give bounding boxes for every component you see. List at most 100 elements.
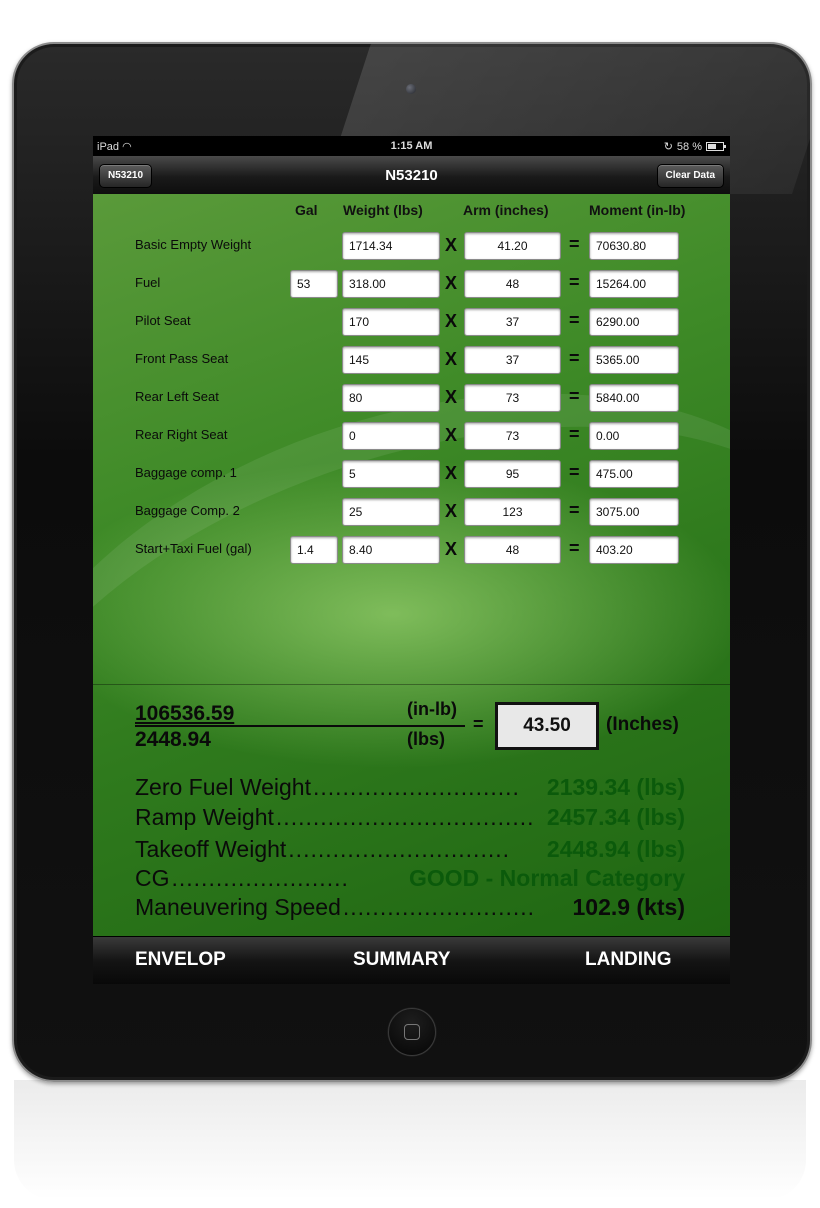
arm-field[interactable]: 48: [464, 270, 561, 298]
arm-field[interactable]: 37: [464, 308, 561, 336]
summary-leader-dots: ........................: [171, 865, 349, 891]
summary-leader-dots: ..........................: [342, 894, 536, 920]
weight-field[interactable]: 145: [342, 346, 440, 374]
gal-field[interactable]: 53: [290, 270, 338, 298]
summary-label: Maneuvering Speed: [135, 894, 341, 920]
row-label: Basic Empty Weight: [135, 237, 252, 252]
weight-field[interactable]: 1714.34: [342, 232, 440, 260]
column-header-moment: Moment (in-lb): [589, 202, 686, 218]
summary-value: 2139.34 (lbs): [546, 774, 685, 800]
clock: 1:15 AM: [390, 140, 433, 152]
weight-field[interactable]: 80: [342, 384, 440, 412]
equals-sign: =: [569, 386, 580, 406]
equals-sign: =: [569, 348, 580, 368]
total-moment: 106536.59: [135, 702, 235, 725]
row-label: Start+Taxi Fuel (gal): [135, 541, 252, 556]
row-label: Rear Right Seat: [135, 427, 228, 442]
column-header-weight: Weight (lbs): [343, 202, 423, 218]
summary-cg-status: CG ........................ GOOD - Norma…: [135, 865, 685, 895]
weight-field[interactable]: 8.40: [342, 536, 440, 564]
page-title: N53210: [385, 167, 438, 184]
arm-field[interactable]: 48: [464, 536, 561, 564]
summary-value: GOOD - Normal Category: [408, 865, 685, 891]
weight-field[interactable]: 5: [342, 460, 440, 488]
equals-sign: =: [569, 500, 580, 520]
total-weight: 2448.94: [135, 728, 211, 751]
multiply-sign: X: [445, 425, 458, 445]
tab-summary[interactable]: SUMMARY: [353, 949, 450, 971]
moment-field[interactable]: 0.00: [589, 422, 679, 450]
app-screen: iPad ◠ 1:15 AM ↻ 58 % N53210 N53210 Clea…: [93, 136, 730, 984]
row-label: Front Pass Seat: [135, 351, 229, 366]
row-label: Rear Left Seat: [135, 389, 219, 404]
moment-field[interactable]: 70630.80: [589, 232, 679, 260]
tab-envelop[interactable]: ENVELOP: [135, 949, 226, 971]
row-label: Fuel: [135, 275, 161, 290]
equals-sign: =: [569, 462, 580, 482]
summary-zero-fuel-weight: Zero Fuel Weight .......................…: [135, 774, 685, 804]
fraction-line: [135, 725, 465, 727]
row-label: Baggage Comp. 2: [135, 503, 240, 518]
moment-field[interactable]: 5840.00: [589, 384, 679, 412]
arm-field[interactable]: 73: [464, 384, 561, 412]
multiply-sign: X: [445, 387, 458, 407]
multiply-sign: X: [445, 501, 458, 521]
gal-field[interactable]: 1.4: [290, 536, 338, 564]
cg-equals-sign: =: [473, 714, 484, 734]
moment-unit: (in-lb): [407, 699, 457, 719]
tab-landing[interactable]: LANDING: [585, 949, 672, 971]
moment-field[interactable]: 6290.00: [589, 308, 679, 336]
column-header-gal: Gal: [295, 202, 318, 218]
moment-field[interactable]: 3075.00: [589, 498, 679, 526]
status-bar: iPad ◠ 1:15 AM ↻ 58 %: [93, 136, 730, 156]
summary-label: Ramp Weight: [135, 804, 274, 830]
multiply-sign: X: [445, 349, 458, 369]
summary-maneuvering-speed: Maneuvering Speed ......................…: [135, 894, 685, 924]
rotation-lock-icon: ↻: [663, 141, 673, 153]
multiply-sign: X: [445, 539, 458, 559]
weight-unit: (lbs): [407, 729, 445, 749]
status-right: ↻ 58 %: [663, 140, 726, 153]
bottom-tab-bar: ENVELOP SUMMARY LANDING: [93, 936, 730, 984]
battery-percent: 58 %: [676, 140, 702, 153]
equals-sign: =: [569, 310, 580, 330]
arm-field[interactable]: 73: [464, 422, 561, 450]
summary-value: 2457.34 (lbs): [546, 804, 685, 830]
weight-field[interactable]: 0: [342, 422, 440, 450]
arm-field[interactable]: 37: [464, 346, 561, 374]
summary-label: CG: [135, 865, 170, 891]
equals-sign: =: [569, 538, 580, 558]
moment-field[interactable]: 5365.00: [589, 346, 679, 374]
multiply-sign: X: [445, 273, 458, 293]
summary-value: 2448.94 (lbs): [546, 836, 685, 862]
weight-field[interactable]: 318.00: [342, 270, 440, 298]
arm-field[interactable]: 41.20: [464, 232, 561, 260]
cg-result-unit: (Inches): [606, 714, 679, 735]
summary-value: 102.9 (kts): [572, 894, 685, 920]
row-label: Pilot Seat: [135, 313, 191, 328]
summary-leader-dots: ............................: [312, 774, 520, 800]
moment-field[interactable]: 15264.00: [589, 270, 679, 298]
weight-field[interactable]: 25: [342, 498, 440, 526]
equals-sign: =: [569, 424, 580, 444]
summary-takeoff-weight: Takeoff Weight .........................…: [135, 836, 685, 866]
home-button[interactable]: [388, 1008, 436, 1056]
device-reflection: [14, 1080, 806, 1200]
weight-balance-panel: Gal Weight (lbs) Arm (inches) Moment (in…: [93, 194, 730, 936]
summary-leader-dots: ..............................: [288, 836, 511, 862]
weight-field[interactable]: 170: [342, 308, 440, 336]
section-divider: [93, 684, 730, 685]
multiply-sign: X: [445, 235, 458, 255]
moment-field[interactable]: 403.20: [589, 536, 679, 564]
equals-sign: =: [569, 272, 580, 292]
column-header-arm: Arm (inches): [463, 202, 549, 218]
summary-leader-dots: ...................................: [275, 804, 535, 830]
battery-icon: [706, 142, 726, 151]
arm-field[interactable]: 95: [464, 460, 561, 488]
clear-data-button[interactable]: Clear Data: [656, 164, 724, 188]
summary-label: Takeoff Weight: [135, 836, 287, 862]
multiply-sign: X: [445, 311, 458, 331]
arm-field[interactable]: 123: [464, 498, 561, 526]
moment-field[interactable]: 475.00: [589, 460, 679, 488]
equals-sign: =: [569, 234, 580, 254]
